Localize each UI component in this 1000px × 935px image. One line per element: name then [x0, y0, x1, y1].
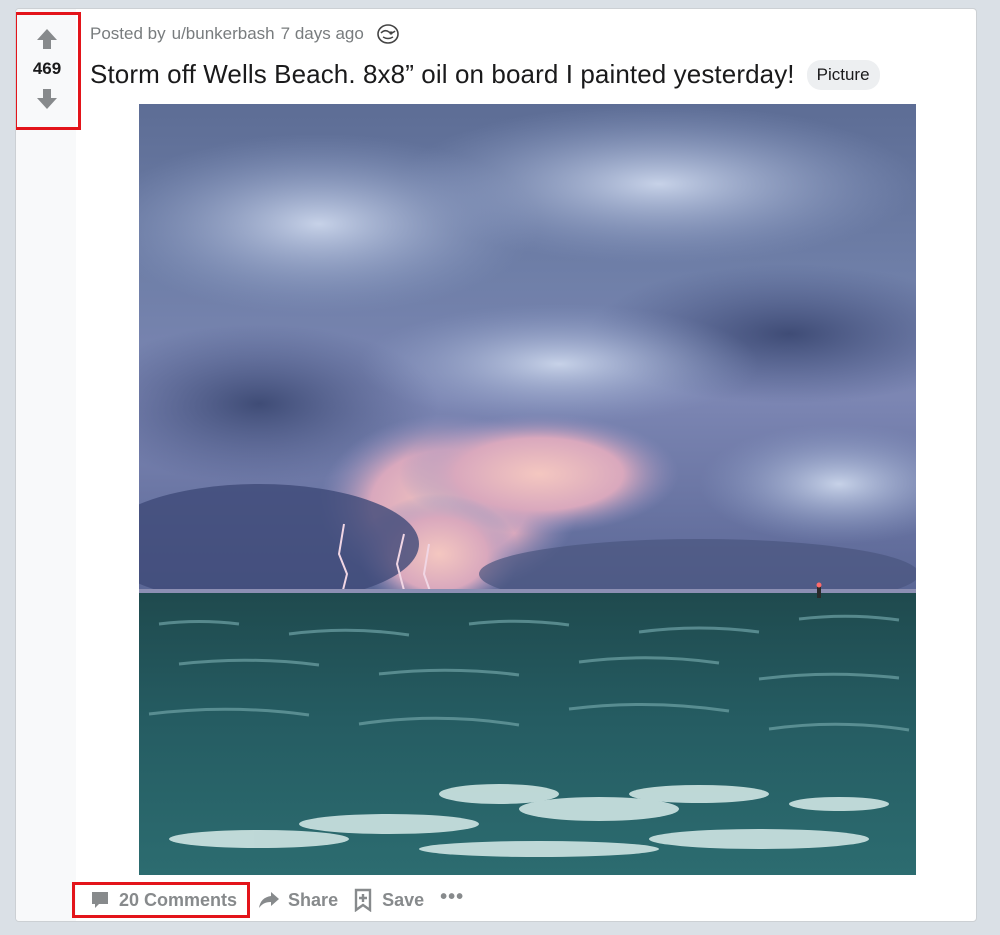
save-button[interactable]: Save	[346, 884, 432, 916]
post-card: 469 Posted by u/bunkerbash 7 days ago St…	[15, 8, 977, 922]
bookmark-plus-icon	[354, 888, 372, 912]
post-time: 7 days ago	[280, 24, 364, 43]
vote-rail: 469	[16, 9, 81, 921]
save-label: Save	[382, 889, 425, 910]
post-meta: Posted by u/bunkerbash 7 days ago	[90, 23, 400, 45]
share-label: Share	[288, 889, 339, 910]
post-actions: 20 Comments Share Save •••	[72, 879, 472, 921]
vote-count: 469	[32, 59, 62, 78]
arrow-up-icon[interactable]	[35, 27, 59, 51]
award-icon[interactable]	[376, 23, 400, 45]
author-link[interactable]: u/bunkerbash	[172, 24, 275, 44]
post-flair[interactable]: Picture	[806, 59, 880, 90]
meta-prefix: Posted by	[90, 24, 166, 43]
comments-label: 20 Comments	[119, 889, 238, 910]
arrow-down-icon[interactable]	[35, 87, 59, 111]
comments-button[interactable]: 20 Comments	[72, 882, 251, 918]
more-options-button[interactable]: •••	[432, 886, 472, 915]
post-image[interactable]	[139, 104, 916, 875]
comment-icon	[92, 892, 108, 908]
share-button[interactable]: Share	[250, 885, 346, 915]
share-icon	[259, 892, 280, 908]
post-title[interactable]: Storm off Wells Beach. 8x8” oil on board…	[90, 59, 795, 90]
title-row: Storm off Wells Beach. 8x8” oil on board…	[90, 59, 880, 90]
